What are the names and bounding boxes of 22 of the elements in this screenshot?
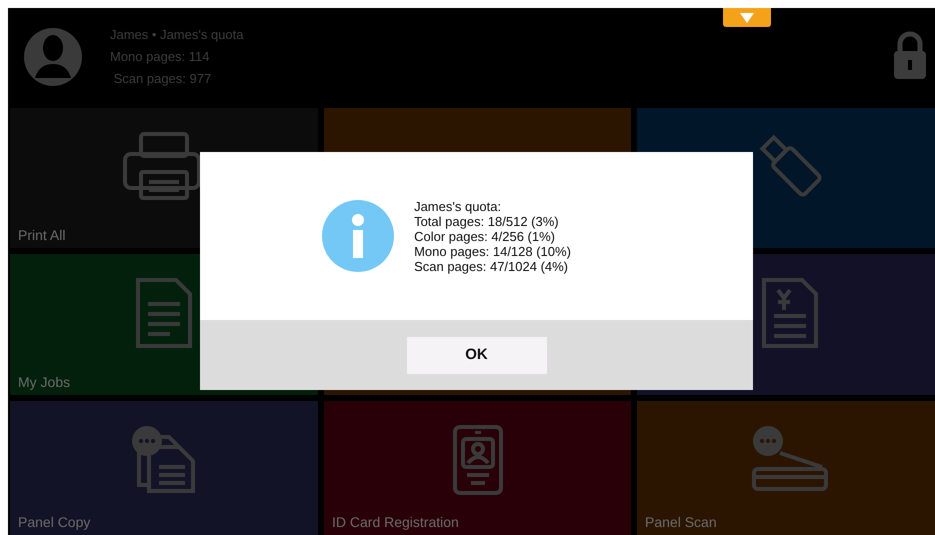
quota-text: Mono pages: 114 — [110, 48, 210, 66]
tile[interactable]: Panel Copy — [10, 401, 318, 535]
tile-label: Panel Copy — [18, 513, 90, 532]
tile[interactable]: ID Card Registration — [324, 401, 631, 535]
ok-button[interactable]: OK — [406, 336, 546, 374]
tile-label: Panel Scan — [645, 513, 717, 532]
quota-text: Scan pages: 977 — [112, 70, 212, 88]
down-arrow-icon — [739, 12, 755, 24]
user-name: James • James's quota — [110, 26, 244, 44]
tile-label: ID Card Registration — [332, 513, 459, 532]
document-icon — [134, 276, 194, 350]
dialog-text: Scan pages: 47/1024 (4%) — [414, 258, 568, 274]
info-icon — [322, 200, 394, 272]
tile[interactable]: Panel Scan — [637, 401, 935, 535]
dialog-text: Mono pages: 14/128 (10%) — [414, 244, 571, 258]
dialog-text: Color pages: 4/256 (1%) — [414, 228, 555, 244]
dialog-text: Total pages: 18/512 (3%) — [414, 214, 560, 228]
invoice-icon — [760, 276, 820, 350]
dialog-text: James's quota: — [414, 198, 502, 214]
tile-label: Print All — [18, 226, 66, 245]
id-card-icon — [450, 423, 504, 497]
tile-label: My Jobs — [18, 373, 70, 392]
